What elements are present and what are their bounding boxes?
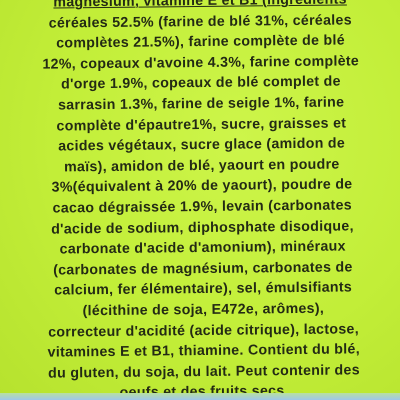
bottom-edge-strip (0, 393, 400, 400)
ingredient-line: acides végétaux, sucre glace (amidon de (58, 135, 346, 155)
ingredient-line: calcium, fer élémentaire), sel, émulsifi… (54, 279, 353, 299)
ingredients-text: magnésium, vitamine E et B1 (ingrédients… (3, 0, 400, 400)
